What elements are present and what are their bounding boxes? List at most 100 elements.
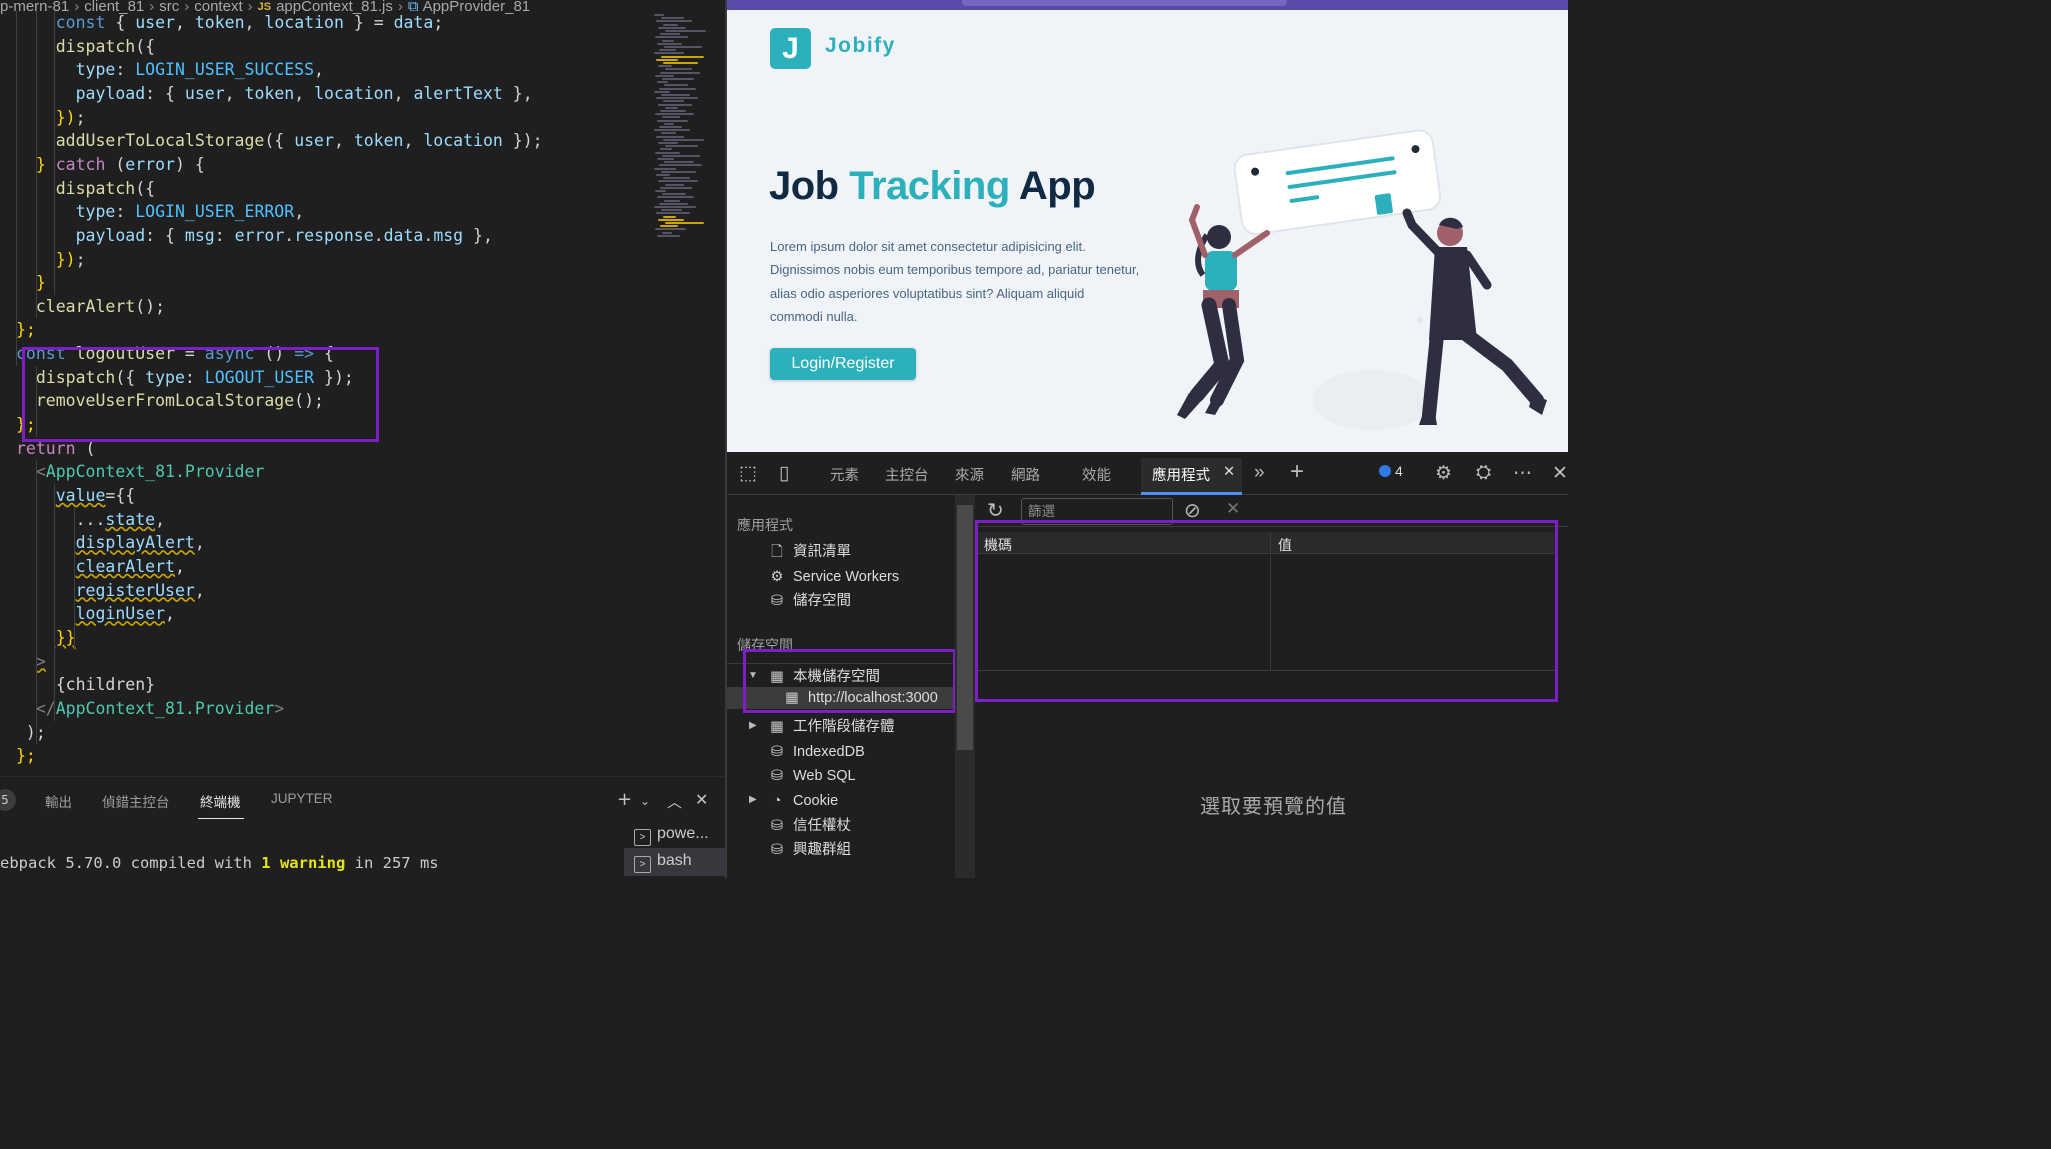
sidebar-item-storage[interactable]: ⛁ 儲存空間 (767, 591, 851, 611)
sidebar-item-service-workers[interactable]: ⚙ Service Workers (767, 567, 900, 587)
issues-counter[interactable]: 4 (1379, 463, 1403, 479)
code-token: dispatch (55, 178, 136, 198)
code-token: error (125, 154, 175, 174)
sidebar-scrollbar[interactable] (955, 495, 975, 878)
terminal-item-powershell[interactable]: > powe... (634, 822, 709, 846)
database-icon: ⛁ (770, 768, 784, 784)
code-token: registerUser (75, 580, 195, 600)
more-tabs-icon[interactable]: » (1254, 462, 1265, 484)
terminal-output[interactable]: ebpack 5.70.0 compiled with 1 warning in… (0, 854, 439, 872)
code-token: payload (75, 83, 146, 103)
problems-badge[interactable]: 5 (0, 789, 16, 811)
minimap-line (660, 33, 680, 36)
expand-right-icon[interactable]: ▶ (749, 794, 757, 805)
code-token: msg (184, 225, 215, 245)
minimap-line (654, 129, 690, 132)
code-token: value (55, 486, 106, 505)
code-token: ={{ (105, 486, 136, 505)
code-token: } (35, 154, 46, 174)
close-icon[interactable]: ✕ (695, 790, 708, 809)
tab-output[interactable]: 輸出 (45, 791, 72, 811)
minimap-line (663, 23, 678, 26)
close-devtools-icon[interactable]: ✕ (1552, 462, 1568, 485)
code-line: <AppContext_81.Provider (16, 460, 264, 484)
more-options-icon[interactable]: ⋯ (1513, 462, 1532, 485)
code-line: }} (16, 626, 76, 650)
tab-performance[interactable]: 效能 (1082, 464, 1111, 485)
tab-sources[interactable]: 來源 (955, 464, 984, 485)
code-token: location (314, 83, 394, 103)
close-tab-icon[interactable]: ✕ (1223, 464, 1235, 480)
code-token: }, (502, 83, 533, 103)
tab-debug-console[interactable]: 偵錯主控台 (102, 791, 170, 811)
code-token: ( (105, 154, 126, 174)
code-token: token (244, 83, 295, 103)
expand-right-icon[interactable]: ▶ (749, 720, 757, 731)
tab-terminal[interactable]: 終端機 (200, 791, 241, 811)
tab-network[interactable]: 網路 (1011, 464, 1040, 485)
code-token: > (35, 651, 46, 671)
devtools-panel: ⬚ ▯ 元素 主控台 來源 網路 效能 應用程式 ✕ » + 4 ⚙ ⛭ ⋯ ✕… (727, 452, 1568, 878)
minimap-line (654, 52, 684, 55)
minimap-line (663, 100, 684, 103)
code-token: ; (75, 107, 86, 127)
indent-guide (16, 11, 17, 366)
sidebar-item-interest-groups[interactable]: ⛁ 興趣群組 (767, 840, 851, 860)
minimap[interactable] (654, 14, 710, 244)
code-line: }); (16, 248, 86, 272)
sidebar-item-session-storage[interactable]: ▦ 工作階段儲存體 (767, 717, 894, 737)
code-token: : { (145, 225, 185, 245)
code-line: }; (16, 318, 36, 342)
minimap-line (654, 167, 676, 170)
sidebar-item-manifest[interactable]: 🗋 資訊清單 (767, 542, 851, 562)
minimap-line (655, 113, 694, 116)
code-token: < (35, 462, 46, 482)
terminal-output-text: ebpack 5.70.0 compiled with (0, 854, 262, 872)
add-terminal-icon[interactable]: + (617, 789, 632, 810)
tab-console[interactable]: 主控台 (885, 464, 929, 485)
scrollbar-thumb[interactable] (957, 505, 973, 750)
tab-jupyter[interactable]: JUPYTER (271, 791, 333, 806)
hero-description: Lorem ipsum dolor sit amet consectetur a… (770, 239, 1140, 324)
inspect-icon[interactable]: ⬚ (739, 462, 757, 485)
add-tab-icon[interactable]: + (1290, 458, 1304, 486)
gear-icon[interactable]: ⚙ (1435, 462, 1452, 485)
minimap-line (659, 49, 676, 52)
maximize-panel-icon[interactable]: ︿ (667, 791, 682, 812)
minimap-line (664, 199, 680, 202)
logo-icon: J (770, 28, 811, 69)
sidebar-item-cookie[interactable]: ◔ Cookie (767, 791, 839, 811)
device-emulation-icon[interactable]: ▯ (779, 462, 789, 485)
sidebar-item-trust-tokens[interactable]: ⛁ 信任權杖 (767, 816, 851, 836)
code-line: clearAlert(); (16, 295, 165, 319)
code-token: , (244, 13, 265, 32)
code-token: location (423, 131, 503, 151)
customize-icon[interactable]: ⛭ (1476, 462, 1491, 484)
code-token: : (115, 60, 136, 80)
sidebar-item-indexeddb[interactable]: ⛁ IndexedDB (767, 742, 865, 762)
terminal-item-bash[interactable]: > bash (634, 849, 692, 873)
login-register-button[interactable]: Login/Register (770, 348, 916, 380)
minimap-line (657, 158, 674, 160)
code-token: }) (55, 249, 76, 269)
minimap-line (658, 65, 672, 68)
minimap-line (665, 106, 678, 109)
minimap-line (660, 110, 686, 112)
indent-guide (54, 176, 55, 295)
chevron-down-icon[interactable]: ⌄ (640, 794, 650, 808)
browser-viewport: J Jobify Job Tracking App Lorem ipsum do… (727, 0, 1568, 452)
code-token: response (294, 225, 374, 245)
storage-table-highlight-box (975, 520, 1558, 702)
code-token: ; (433, 13, 444, 32)
document-icon: 🗋 (771, 544, 783, 560)
minimap-line (656, 97, 698, 100)
minimap-line (663, 138, 704, 141)
tab-application[interactable]: 應用程式 (1152, 464, 1210, 485)
sidebar-item-web-sql[interactable]: ⛁ Web SQL (767, 766, 856, 786)
tab-elements[interactable]: 元素 (830, 464, 859, 485)
code-token: user (135, 13, 175, 32)
delete-selected-icon[interactable]: ✕ (1226, 499, 1240, 519)
